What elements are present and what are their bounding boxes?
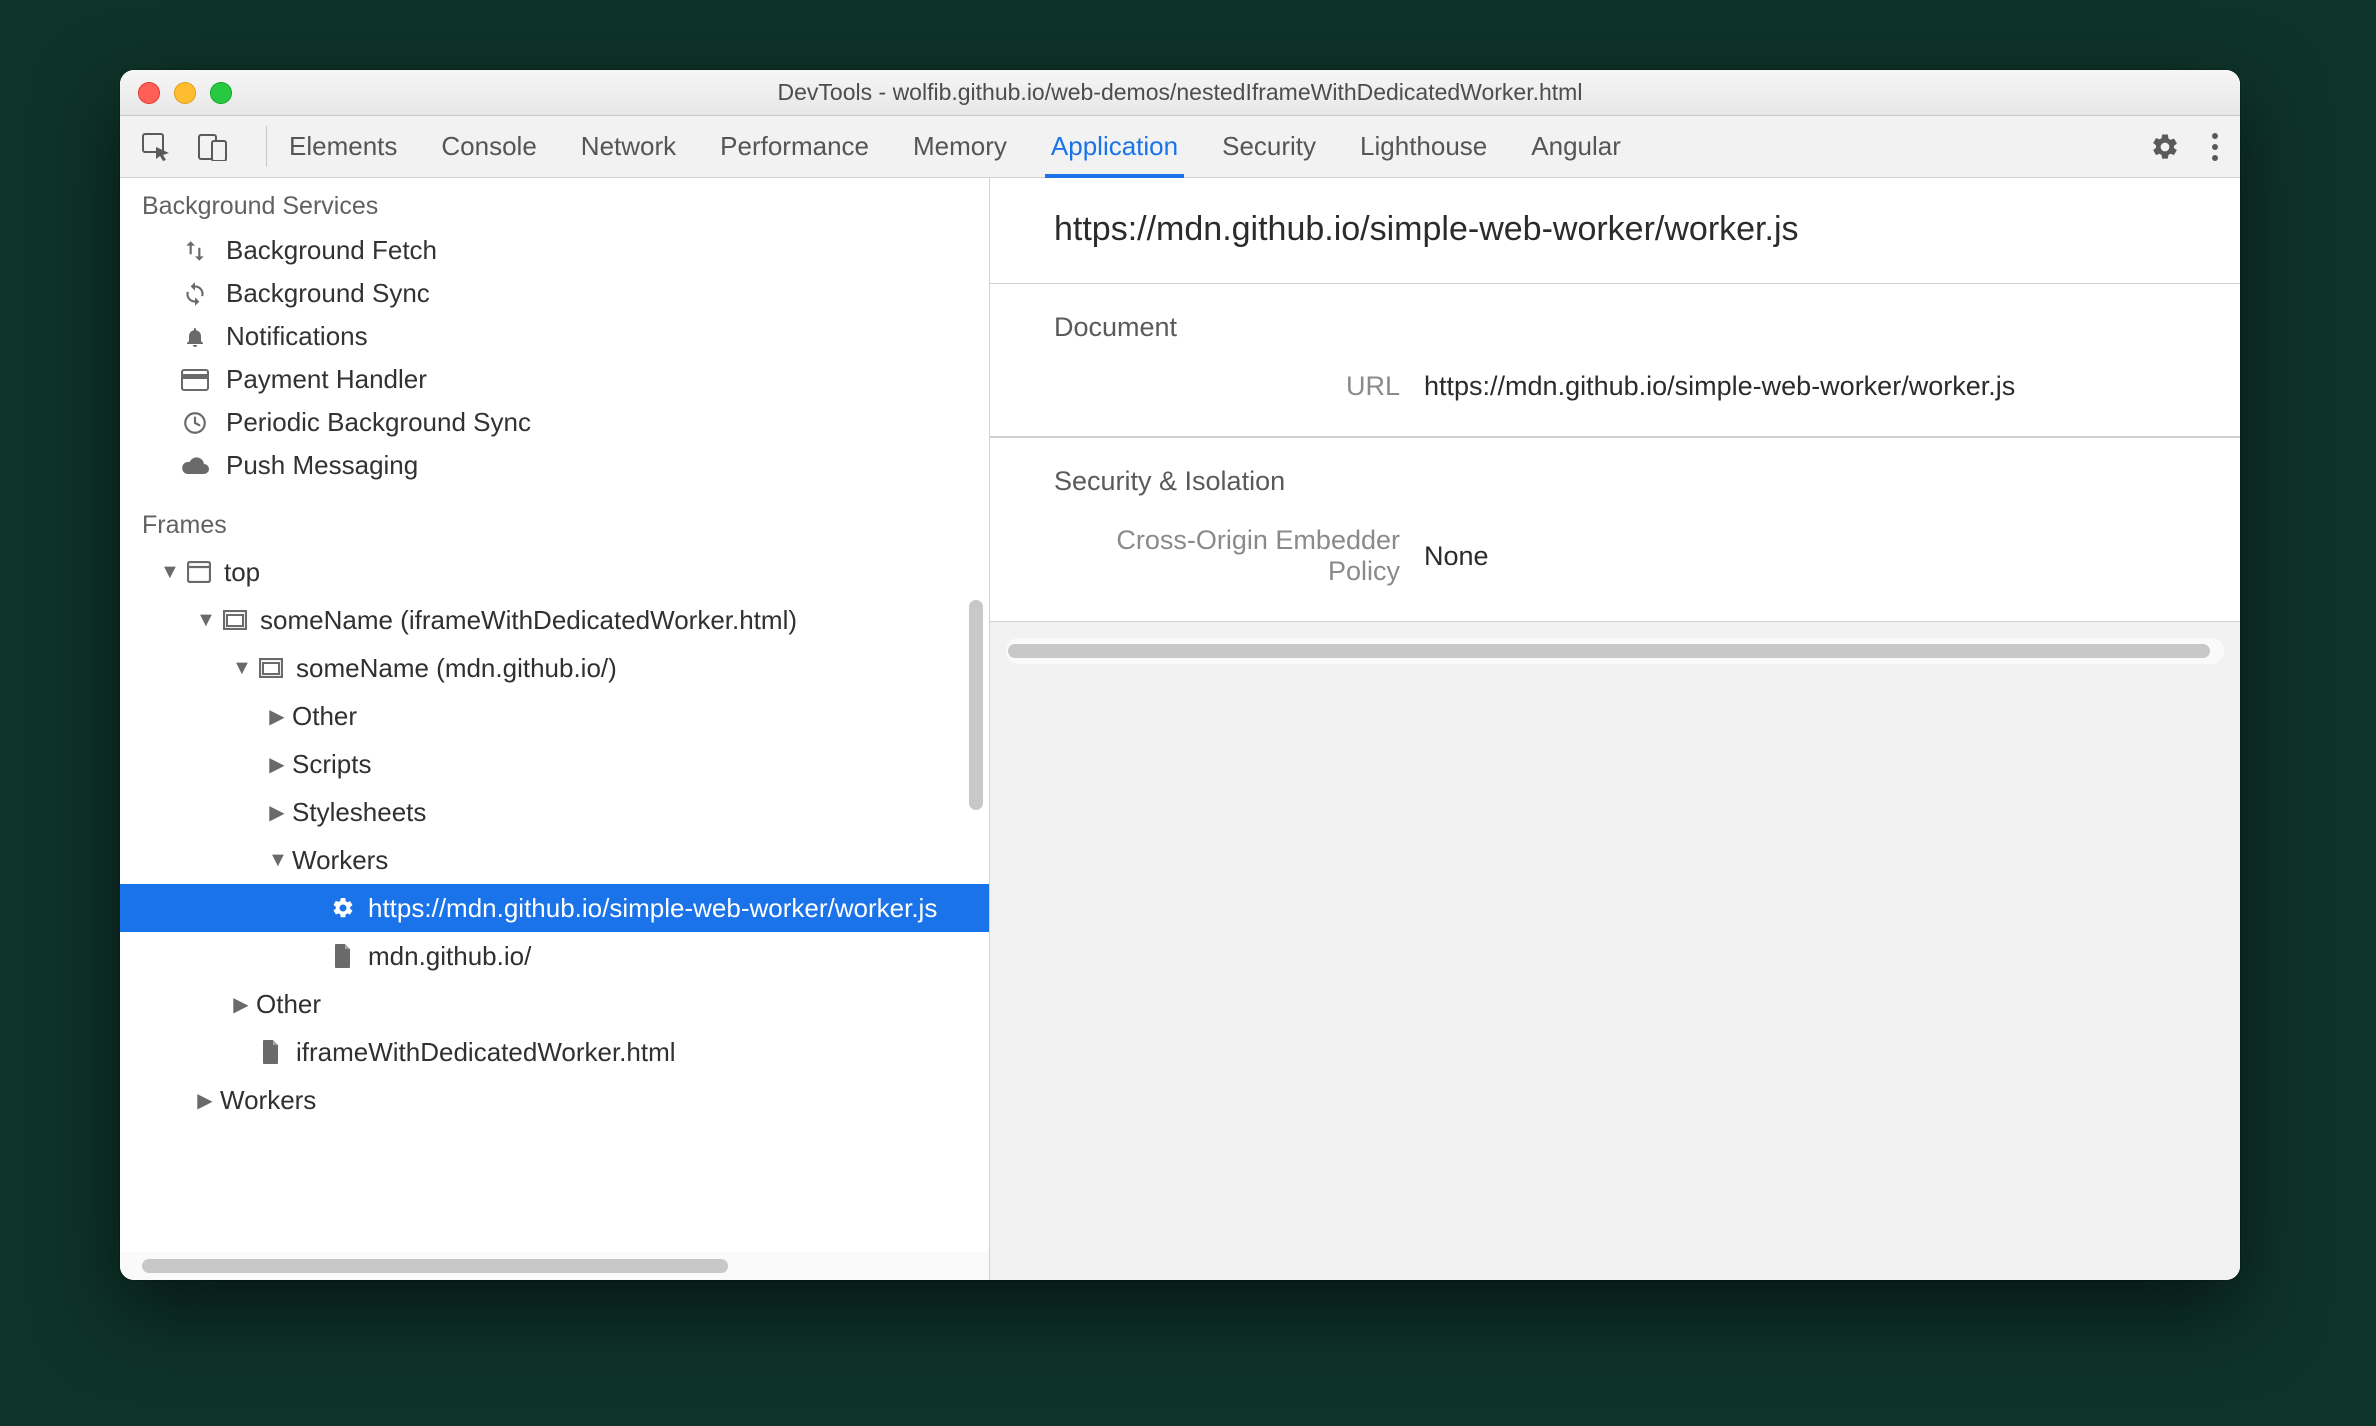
tree-item-label: someName (iframeWithDedicatedWorker.html…: [260, 605, 797, 636]
svc-background-fetch[interactable]: Background Fetch: [120, 229, 989, 272]
panel-tabs: Elements Console Network Performance Memory A…: [285, 116, 1621, 177]
application-sidebar: Background Services Background Fetch Back…: [120, 178, 990, 1280]
field-label: Cross-Origin Embedder Policy: [1054, 525, 1424, 587]
main-horizontal-scrollbar[interactable]: [1006, 638, 2224, 664]
tab-lighthouse[interactable]: Lighthouse: [1360, 116, 1487, 177]
sidebar-vertical-scrollbar[interactable]: [969, 488, 985, 1222]
section-security-isolation: Security & Isolation Cross-Origin Embedde…: [990, 437, 2240, 622]
tab-network[interactable]: Network: [581, 116, 676, 177]
service-label: Background Sync: [226, 278, 430, 309]
svc-push-messaging[interactable]: Push Messaging: [120, 444, 989, 487]
svc-background-sync[interactable]: Background Sync: [120, 272, 989, 315]
zoom-window-button[interactable]: [210, 82, 232, 104]
devtools-toolbar: Elements Console Network Performance Memory A…: [120, 116, 2240, 178]
service-label: Periodic Background Sync: [226, 407, 531, 438]
file-icon: [328, 943, 358, 969]
gear-icon[interactable]: [2150, 132, 2180, 162]
tree-item-label: Stylesheets: [292, 797, 426, 828]
toggle-device-toolbar-icon[interactable]: [198, 133, 228, 161]
devtools-window: DevTools - wolfib.github.io/web-demos/ne…: [120, 70, 2240, 1280]
file-icon: [256, 1039, 286, 1065]
cloud-icon: [180, 455, 210, 477]
close-window-button[interactable]: [138, 82, 160, 104]
tree-item-label: iframeWithDedicatedWorker.html: [296, 1037, 676, 1068]
frame-details-panel: https://mdn.github.io/simple-web-worker/…: [990, 178, 2240, 1280]
disclosure-triangle-icon[interactable]: [268, 704, 286, 729]
window-title: DevTools - wolfib.github.io/web-demos/ne…: [120, 79, 2240, 106]
field-value: None: [1424, 541, 1489, 572]
frame-workers-2[interactable]: Workers: [120, 1076, 989, 1124]
disclosure-triangle-icon[interactable]: [268, 800, 286, 825]
sidebar-horizontal-scrollbar[interactable]: [120, 1252, 989, 1280]
frame-mdn-file[interactable]: mdn.github.io/: [120, 932, 989, 980]
sync-icon: [180, 281, 210, 307]
field-label: URL: [1054, 371, 1424, 402]
window-icon: [184, 561, 214, 583]
tree-item-label: top: [224, 557, 260, 588]
service-label: Notifications: [226, 321, 368, 352]
gear-icon: [328, 896, 358, 920]
tree-item-label: https://mdn.github.io/simple-web-worker/…: [368, 893, 937, 924]
frame-top[interactable]: top: [120, 548, 989, 596]
service-label: Background Fetch: [226, 235, 437, 266]
tree-item-label: mdn.github.io/: [368, 941, 531, 972]
frame-other-1[interactable]: Other: [120, 692, 989, 740]
svc-periodic-background-sync[interactable]: Periodic Background Sync: [120, 401, 989, 444]
tree-item-label: Other: [256, 989, 321, 1020]
tree-item-label: Scripts: [292, 749, 371, 780]
window-controls: [138, 82, 232, 104]
tree-item-label: someName (mdn.github.io/): [296, 653, 617, 684]
kebab-menu-icon[interactable]: [2210, 132, 2220, 162]
inspect-element-icon[interactable]: [142, 133, 172, 161]
tab-performance[interactable]: Performance: [720, 116, 869, 177]
disclosure-triangle-icon[interactable]: [232, 657, 250, 680]
section-title: Security & Isolation: [1054, 466, 2196, 497]
tree-item-label: Workers: [292, 845, 388, 876]
section-document: Document URLhttps://mdn.github.io/simple-…: [990, 284, 2240, 437]
iframe-icon: [220, 610, 250, 630]
row-coep: Cross-Origin Embedder PolicyNone: [1054, 519, 2196, 593]
tab-memory[interactable]: Memory: [913, 116, 1007, 177]
frame-other-2[interactable]: Other: [120, 980, 989, 1028]
disclosure-triangle-icon[interactable]: [196, 609, 214, 632]
tab-security[interactable]: Security: [1222, 116, 1316, 177]
disclosure-triangle-icon[interactable]: [160, 561, 178, 584]
frame-iframe-file[interactable]: iframeWithDedicatedWorker.html: [120, 1028, 989, 1076]
disclosure-triangle-icon[interactable]: [268, 849, 286, 872]
frame-somename-1[interactable]: someName (iframeWithDedicatedWorker.html…: [120, 596, 989, 644]
tab-console[interactable]: Console: [441, 116, 536, 177]
tab-application[interactable]: Application: [1051, 116, 1178, 177]
service-label: Payment Handler: [226, 364, 427, 395]
section-title: Document: [1054, 312, 2196, 343]
frame-workers-1[interactable]: Workers: [120, 836, 989, 884]
tree-item-label: Other: [292, 701, 357, 732]
frame-details-title: https://mdn.github.io/simple-web-worker/…: [990, 178, 2240, 284]
disclosure-triangle-icon[interactable]: [232, 992, 250, 1017]
panel-body: Background Services Background Fetch Back…: [120, 178, 2240, 1280]
minimize-window-button[interactable]: [174, 82, 196, 104]
section-frames: Frames: [120, 497, 989, 548]
svc-payment-handler[interactable]: Payment Handler: [120, 358, 989, 401]
toolbar-divider: [266, 126, 267, 167]
frame-stylesheets[interactable]: Stylesheets: [120, 788, 989, 836]
row-url: URLhttps://mdn.github.io/simple-web-work…: [1054, 365, 2196, 408]
disclosure-triangle-icon[interactable]: [196, 1088, 214, 1113]
arrows-updown-icon: [180, 238, 210, 264]
service-label: Push Messaging: [226, 450, 418, 481]
tab-elements[interactable]: Elements: [289, 116, 397, 177]
frame-scripts[interactable]: Scripts: [120, 740, 989, 788]
frame-somename-2[interactable]: someName (mdn.github.io/): [120, 644, 989, 692]
field-value: https://mdn.github.io/simple-web-worker/…: [1424, 371, 2015, 402]
svc-notifications[interactable]: Notifications: [120, 315, 989, 358]
titlebar: DevTools - wolfib.github.io/web-demos/ne…: [120, 70, 2240, 116]
tree-item-label: Workers: [220, 1085, 316, 1116]
bell-icon: [180, 324, 210, 350]
iframe-icon: [256, 658, 286, 678]
card-icon: [180, 369, 210, 391]
frame-worker-js[interactable]: https://mdn.github.io/simple-web-worker/…: [120, 884, 989, 932]
disclosure-triangle-icon[interactable]: [268, 752, 286, 777]
tab-angular[interactable]: Angular: [1531, 116, 1621, 177]
section-background-services: Background Services: [120, 178, 989, 229]
clock-icon: [180, 410, 210, 436]
